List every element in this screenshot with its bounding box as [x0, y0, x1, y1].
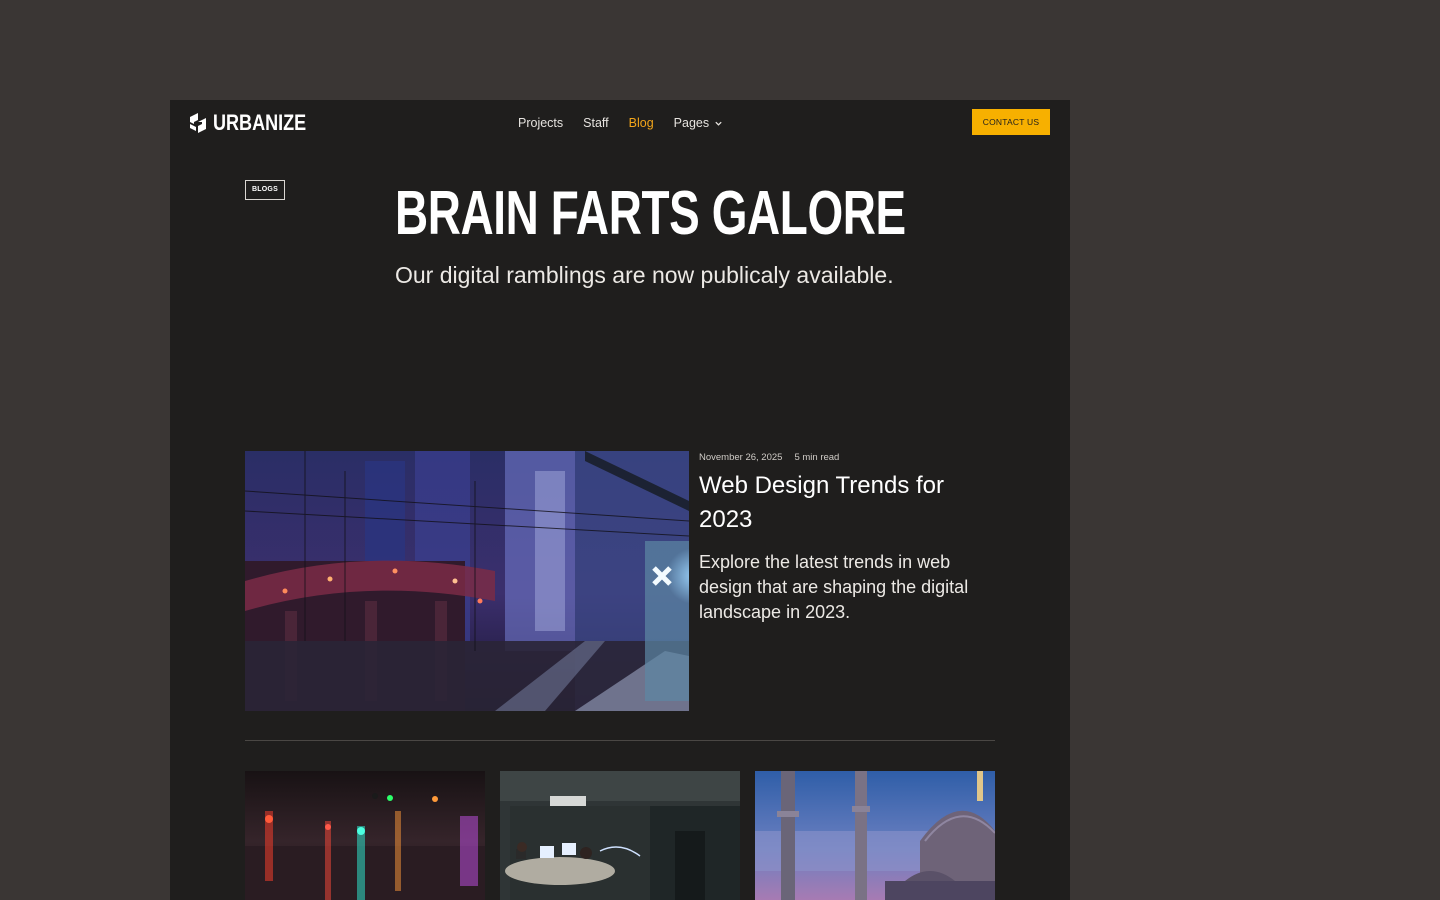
- urbanize-logo-icon: [190, 113, 206, 133]
- nav-item-staff[interactable]: Staff: [583, 115, 608, 131]
- nav-item-blog[interactable]: Blog: [629, 115, 654, 131]
- contact-us-button[interactable]: CONTACT US: [972, 109, 1050, 135]
- page-subtitle: Our digital ramblings are now publicaly …: [395, 262, 894, 288]
- nav-item-projects[interactable]: Projects: [518, 115, 563, 131]
- featured-post-meta: November 26, 2025 5 min read: [699, 451, 839, 465]
- featured-post-excerpt: Explore the latest trends in web design …: [699, 552, 969, 622]
- post-card-image-mosque[interactable]: [755, 771, 995, 900]
- featured-post-image[interactable]: [245, 451, 689, 711]
- read-time: 5 min read: [794, 452, 840, 463]
- nav-item-pages-label: Pages: [673, 116, 710, 130]
- post-card-image-street[interactable]: [245, 771, 485, 900]
- nav-item-pages[interactable]: Pages: [674, 115, 723, 131]
- chevron-down-icon: [715, 121, 722, 126]
- page-title: BRAIN FARTS GALORE: [395, 179, 906, 248]
- main-nav: Projects Staff Blog Pages: [518, 115, 723, 131]
- section-divider: [245, 740, 995, 741]
- featured-post-title[interactable]: Web Design Trends for 2023: [699, 469, 989, 537]
- post-date: November 26, 2025: [699, 452, 783, 463]
- brand-name: URBANIZE: [213, 110, 307, 135]
- site-frame: URBANIZE Projects Staff Blog Pages CONTA…: [170, 100, 1070, 900]
- blogs-tag: BLOGS: [245, 180, 285, 200]
- brand-logo[interactable]: URBANIZE: [189, 111, 327, 135]
- post-card-image-office[interactable]: [500, 771, 740, 900]
